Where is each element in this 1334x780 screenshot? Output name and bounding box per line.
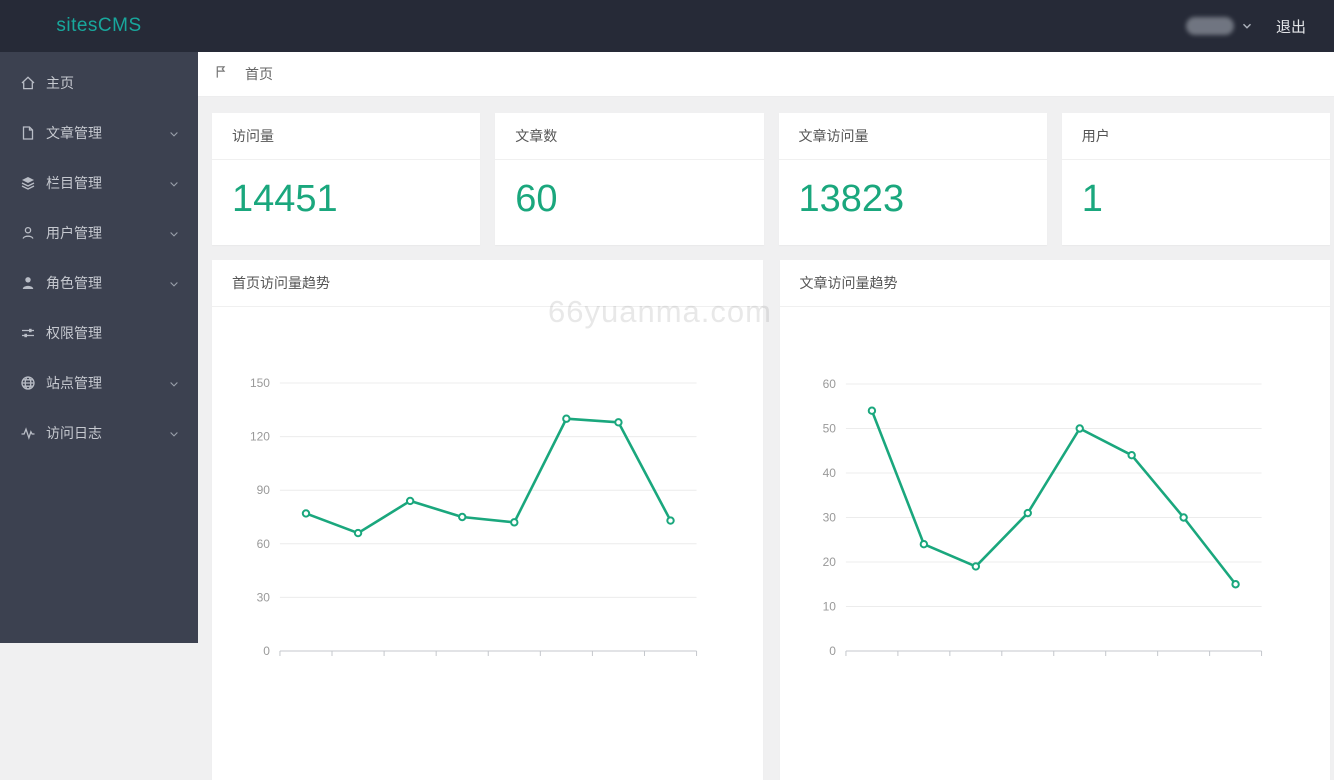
globe-icon bbox=[20, 375, 36, 391]
chevron-down-icon bbox=[168, 177, 180, 189]
svg-text:120: 120 bbox=[250, 429, 270, 443]
logout-button[interactable]: 退出 bbox=[1276, 16, 1306, 37]
svg-text:90: 90 bbox=[257, 483, 271, 497]
stat-card-users: 用户 1 bbox=[1061, 113, 1330, 245]
chart-card-article-visits-trend: 文章访问量趋势 0 10 20 30 40 50 60 bbox=[779, 259, 1330, 780]
sidebar-item-label: 栏目管理 bbox=[46, 175, 102, 191]
chart-title: 文章访问量趋势 bbox=[779, 260, 1330, 307]
stat-value: 14451 bbox=[232, 178, 338, 220]
stat-card-visits: 访问量 14451 bbox=[212, 113, 481, 245]
chart-card-home-visits-trend: 首页访问量趋势 0 30 60 90 120 150 bbox=[212, 259, 763, 780]
chevron-down-icon bbox=[1242, 23, 1251, 29]
stat-value: 13823 bbox=[798, 178, 905, 220]
sidebar-item-categories[interactable]: 栏目管理 bbox=[0, 158, 198, 208]
sliders-icon bbox=[20, 325, 36, 341]
sidebar-item-roles[interactable]: 角色管理 bbox=[0, 258, 198, 308]
breadcrumb-label: 首页 bbox=[245, 66, 273, 82]
sidebar-item-label: 站点管理 bbox=[46, 375, 102, 391]
chevron-down-icon bbox=[168, 227, 180, 239]
svg-text:30: 30 bbox=[822, 510, 836, 524]
user-icon bbox=[20, 225, 36, 241]
svg-text:10: 10 bbox=[822, 599, 836, 613]
activity-icon bbox=[20, 425, 36, 441]
chevron-down-icon bbox=[168, 277, 180, 289]
user-dropdown[interactable] bbox=[1185, 17, 1254, 35]
sidebar-nav: 主页文章管理栏目管理用户管理角色管理权限管理站点管理访问日志 bbox=[0, 52, 198, 643]
chart-title: 首页访问量趋势 bbox=[212, 260, 763, 307]
layers-icon bbox=[20, 175, 36, 191]
stat-card-articles: 文章数 60 bbox=[495, 113, 764, 245]
sidebar-item-label: 角色管理 bbox=[46, 275, 102, 291]
sidebar-item-label: 主页 bbox=[46, 75, 74, 91]
sidebar-item-users[interactable]: 用户管理 bbox=[0, 208, 198, 258]
sidebar-item-logs[interactable]: 访问日志 bbox=[0, 408, 198, 458]
sidebar-item-articles[interactable]: 文章管理 bbox=[0, 108, 198, 158]
stat-value: 60 bbox=[515, 178, 558, 220]
article-icon bbox=[20, 125, 36, 141]
svg-text:60: 60 bbox=[257, 536, 271, 550]
sidebar-item-label: 权限管理 bbox=[46, 325, 102, 341]
home-icon bbox=[20, 75, 36, 91]
svg-text:150: 150 bbox=[250, 376, 270, 390]
chevron-down-icon bbox=[168, 427, 180, 439]
app-logo: sitesCMS bbox=[56, 15, 142, 36]
sidebar-item-permissions[interactable]: 权限管理 bbox=[0, 308, 198, 358]
sidebar-item-home[interactable]: 主页 bbox=[0, 58, 198, 108]
svg-text:50: 50 bbox=[822, 421, 836, 435]
flag-icon bbox=[214, 64, 237, 84]
stat-label: 访问量 bbox=[212, 113, 481, 160]
line-chart-article-visits: 0 10 20 30 40 50 60 bbox=[822, 377, 1262, 658]
svg-text:20: 20 bbox=[822, 555, 836, 569]
svg-text:0: 0 bbox=[829, 644, 836, 658]
chevron-down-icon bbox=[168, 127, 180, 139]
sidebar-item-sites[interactable]: 站点管理 bbox=[0, 358, 198, 408]
charts-row: 首页访问量趋势 0 30 60 90 120 150 文章访问量趋势 0 10 20 30 40 5… bbox=[212, 259, 1330, 780]
role-icon bbox=[20, 275, 36, 291]
sidebar-item-label: 访问日志 bbox=[46, 425, 102, 441]
svg-text:0: 0 bbox=[263, 644, 270, 658]
username-redacted bbox=[1185, 17, 1234, 35]
breadcrumb: 首页 bbox=[198, 52, 1334, 97]
stat-label: 文章数 bbox=[495, 113, 764, 160]
svg-text:40: 40 bbox=[822, 466, 836, 480]
svg-text:60: 60 bbox=[822, 377, 836, 391]
svg-text:30: 30 bbox=[257, 590, 271, 604]
stat-cards-row: 访问量 14451 文章数 60 文章访问量 13823 用户 1 bbox=[212, 113, 1330, 245]
stat-label: 文章访问量 bbox=[778, 113, 1047, 160]
stat-label: 用户 bbox=[1061, 113, 1330, 160]
stat-card-article-visits: 文章访问量 13823 bbox=[778, 113, 1047, 245]
sidebar-item-label: 文章管理 bbox=[46, 125, 102, 141]
chevron-down-icon bbox=[168, 377, 180, 389]
topbar: sitesCMS 退出 bbox=[0, 0, 1334, 52]
line-chart-home-visits: 0 30 60 90 120 150 bbox=[250, 376, 698, 658]
stat-value: 1 bbox=[1081, 178, 1103, 220]
main-content: 访问量 14451 文章数 60 文章访问量 13823 用户 1 首页访问量趋… bbox=[198, 97, 1334, 780]
sidebar-item-label: 用户管理 bbox=[46, 225, 102, 241]
